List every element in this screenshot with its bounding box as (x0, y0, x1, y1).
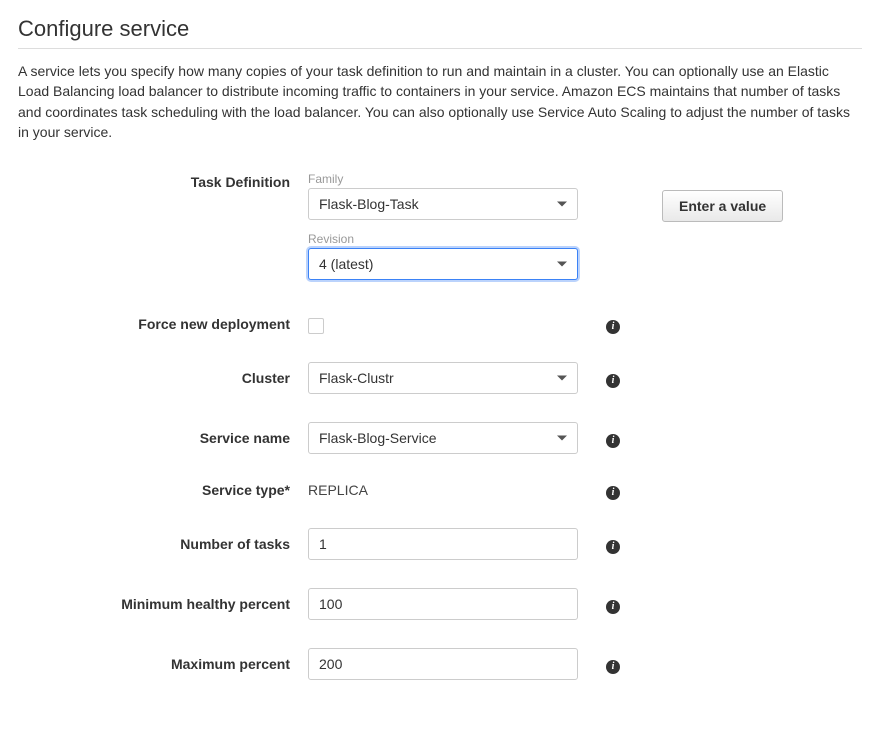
info-icon[interactable]: i (606, 486, 620, 500)
row-cluster: Cluster Flask-Clustr i (18, 362, 862, 394)
label-max-percent: Maximum percent (18, 648, 308, 672)
row-force-new-deployment: Force new deployment i (18, 308, 862, 334)
row-min-healthy-percent: Minimum healthy percent i (18, 588, 862, 620)
select-cluster-value: Flask-Clustr (319, 370, 394, 386)
label-cluster: Cluster (18, 362, 308, 386)
chevron-down-icon (557, 262, 567, 267)
label-service-type: Service type* (18, 482, 308, 498)
chevron-down-icon (557, 202, 567, 207)
input-min-healthy-percent[interactable] (308, 588, 578, 620)
label-number-of-tasks: Number of tasks (18, 528, 308, 552)
label-family: Family (308, 172, 598, 186)
info-icon[interactable]: i (606, 320, 620, 334)
info-icon[interactable]: i (606, 600, 620, 614)
select-task-family-value: Flask-Blog-Task (319, 196, 419, 212)
label-min-healthy-percent: Minimum healthy percent (18, 588, 308, 612)
label-revision: Revision (308, 232, 598, 246)
row-max-percent: Maximum percent i (18, 648, 862, 680)
label-force-new-deployment: Force new deployment (18, 308, 308, 332)
info-icon[interactable]: i (606, 540, 620, 554)
value-service-type: REPLICA (308, 482, 598, 498)
checkbox-force-new-deployment[interactable] (308, 318, 324, 334)
chevron-down-icon (557, 436, 567, 441)
select-task-family[interactable]: Flask-Blog-Task (308, 188, 578, 220)
page-description: A service lets you specify how many copi… (18, 61, 862, 142)
label-task-definition: Task Definition (18, 172, 308, 190)
info-icon[interactable]: i (606, 374, 620, 388)
page-title: Configure service (18, 16, 862, 49)
input-max-percent[interactable] (308, 648, 578, 680)
label-service-name: Service name (18, 422, 308, 446)
input-number-of-tasks[interactable] (308, 528, 578, 560)
select-service-name[interactable]: Flask-Blog-Service (308, 422, 578, 454)
row-service-name: Service name Flask-Blog-Service i (18, 422, 862, 454)
row-task-definition: Task Definition Family Flask-Blog-Task R… (18, 172, 862, 280)
chevron-down-icon (557, 376, 567, 381)
service-form: Task Definition Family Flask-Blog-Task R… (18, 172, 862, 680)
select-task-revision-value: 4 (latest) (319, 256, 373, 272)
info-icon[interactable]: i (606, 660, 620, 674)
row-number-of-tasks: Number of tasks i (18, 528, 862, 560)
enter-value-button[interactable]: Enter a value (662, 190, 783, 222)
select-cluster[interactable]: Flask-Clustr (308, 362, 578, 394)
select-service-name-value: Flask-Blog-Service (319, 430, 436, 446)
row-service-type: Service type* REPLICA i (18, 482, 862, 500)
info-icon[interactable]: i (606, 434, 620, 448)
select-task-revision[interactable]: 4 (latest) (308, 248, 578, 280)
